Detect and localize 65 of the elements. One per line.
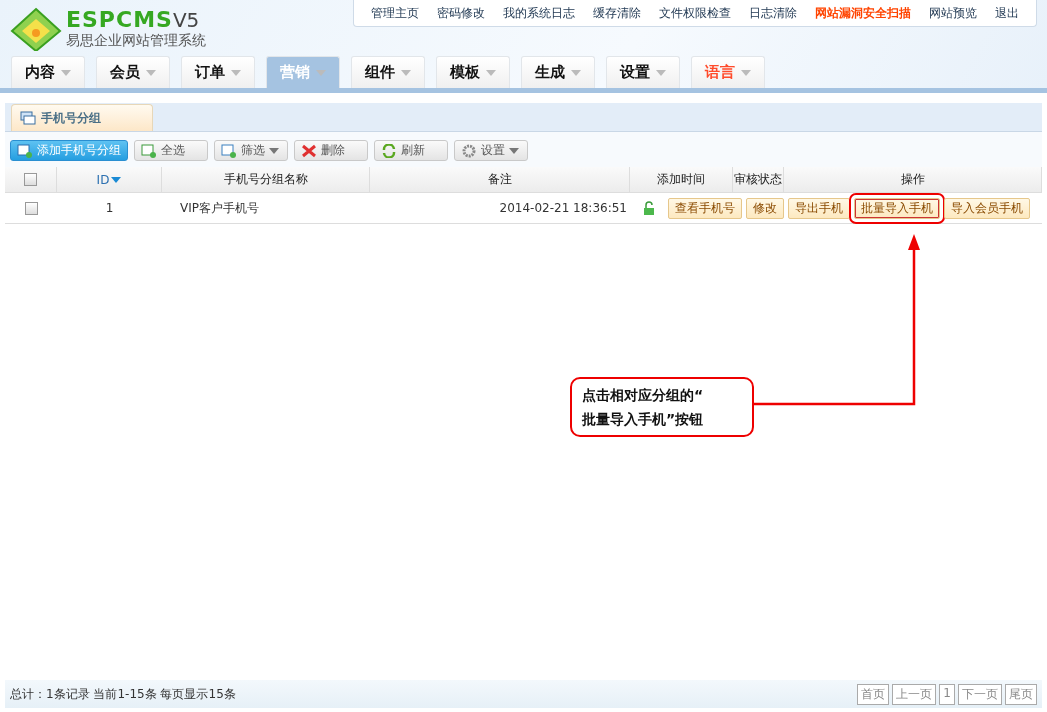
top-link[interactable]: 缓存清除 bbox=[584, 4, 650, 22]
top-link[interactable]: 退出 bbox=[986, 4, 1028, 22]
action-button[interactable]: 查看手机号 bbox=[668, 197, 742, 219]
document-icon bbox=[17, 143, 33, 158]
column-header: 手机号分组名称 bbox=[223, 171, 308, 188]
logo-icon bbox=[10, 7, 62, 51]
caret-icon bbox=[656, 69, 666, 76]
nav-tab[interactable]: 会员 bbox=[96, 56, 170, 88]
open-padlock-icon[interactable] bbox=[643, 200, 655, 216]
top-link[interactable]: 密码修改 bbox=[428, 4, 494, 22]
top-link[interactable]: 网站预览 bbox=[920, 4, 986, 22]
column-header: 添加时间 bbox=[657, 171, 705, 188]
nav-tab[interactable]: 组件 bbox=[351, 56, 425, 88]
panel-tab[interactable]: 手机号分组 bbox=[11, 104, 153, 131]
column-header: 备注 bbox=[487, 171, 512, 188]
top-link[interactable]: 网站漏洞安全扫描 bbox=[806, 4, 920, 22]
toolbar-button[interactable]: 设置 bbox=[454, 140, 528, 161]
callout-note: 点击相对应分组的“ 批量导入手机”按钮 bbox=[570, 377, 754, 437]
caret-icon bbox=[316, 69, 326, 76]
top-link[interactable]: 管理主页 bbox=[362, 4, 428, 22]
cross-icon bbox=[301, 143, 317, 158]
nav-tab[interactable]: 设置 bbox=[606, 56, 680, 88]
document-icon bbox=[221, 143, 237, 158]
pager-button[interactable]: 1 bbox=[939, 683, 955, 705]
settings-icon bbox=[461, 143, 477, 158]
window-icon bbox=[20, 111, 36, 125]
action-button[interactable]: 修改 bbox=[746, 197, 784, 219]
caret-icon bbox=[571, 69, 581, 76]
pager-button[interactable]: 首页 bbox=[857, 683, 890, 705]
toolbar-button[interactable]: 刷新 bbox=[374, 140, 448, 161]
action-button[interactable]: 导出手机 bbox=[788, 197, 850, 219]
caret-icon bbox=[741, 69, 751, 76]
logo-subtitle: 易思企业网站管理系统 bbox=[66, 32, 206, 50]
refresh-icon bbox=[381, 143, 397, 158]
pager-button[interactable]: 上一页 bbox=[892, 683, 937, 705]
nav-tab[interactable]: 订单 bbox=[181, 56, 255, 88]
checkbox[interactable] bbox=[24, 173, 37, 186]
sort-down-icon bbox=[111, 176, 122, 183]
nav-tab[interactable]: 生成 bbox=[521, 56, 595, 88]
checkbox[interactable] bbox=[24, 201, 38, 215]
caret-icon bbox=[61, 69, 71, 76]
caret-icon bbox=[231, 69, 241, 76]
record-summary: 总计：1条记录 当前1-15条 每页显示15条 bbox=[10, 685, 236, 703]
column-header: 审核状态 bbox=[734, 171, 782, 188]
logo-wordmark: ESPCMSV5 bbox=[66, 8, 201, 32]
caret-icon bbox=[401, 69, 411, 76]
caret-icon bbox=[146, 69, 156, 76]
table-cell: 1 bbox=[105, 201, 114, 215]
caret-icon bbox=[486, 69, 496, 76]
toolbar-button[interactable]: 全选 bbox=[134, 140, 208, 161]
top-link[interactable]: 文件权限检查 bbox=[650, 4, 740, 22]
pager-button[interactable]: 尾页 bbox=[1005, 683, 1037, 705]
document-icon bbox=[141, 143, 157, 158]
top-link[interactable]: 我的系统日志 bbox=[494, 4, 584, 22]
table-cell: 2014-02-21 18:36:51 bbox=[499, 201, 627, 215]
toolbar-button[interactable]: 删除 bbox=[294, 140, 368, 161]
nav-tab[interactable]: 模板 bbox=[436, 56, 510, 88]
pager-button[interactable]: 下一页 bbox=[958, 683, 1002, 705]
action-button[interactable]: 导入会员手机 bbox=[944, 197, 1030, 219]
top-link[interactable]: 日志清除 bbox=[740, 4, 806, 22]
column-header[interactable]: ID bbox=[96, 172, 110, 187]
column-header: 操作 bbox=[900, 171, 925, 188]
table-cell: VIP客户手机号 bbox=[180, 199, 259, 217]
nav-tab[interactable]: 内容 bbox=[11, 56, 85, 88]
toolbar-button[interactable]: 筛选 bbox=[214, 140, 288, 161]
